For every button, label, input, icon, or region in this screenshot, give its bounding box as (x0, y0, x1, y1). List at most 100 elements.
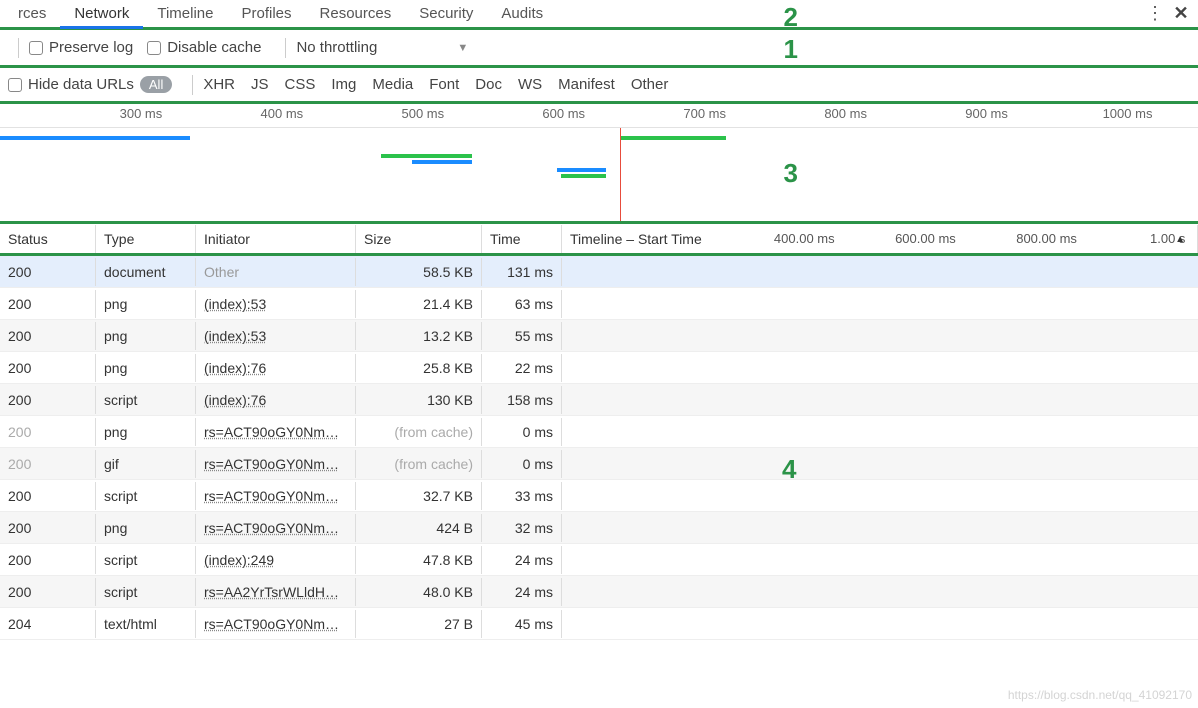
table-header: Status Type Initiator Size Time Timeline… (0, 224, 1198, 256)
col-type[interactable]: Type (96, 225, 196, 253)
cell-status: 200 (0, 578, 96, 606)
request-row[interactable]: 200gifrs=ACT90oGY0Nm…(from cache)0 ms (0, 448, 1198, 480)
cell-type: script (96, 546, 196, 574)
initiator-link[interactable]: (index):76 (204, 392, 266, 408)
close-icon[interactable]: ✕ (1168, 3, 1194, 24)
filter-js[interactable]: JS (251, 76, 269, 93)
more-menu-icon[interactable]: ⋮ (1142, 3, 1168, 24)
initiator-link[interactable]: rs=ACT90oGY0Nm… (204, 456, 339, 472)
devtools-tabs: rcesNetworkTimelineProfilesResourcesSecu… (0, 0, 1198, 30)
cell-initiator: Other (196, 258, 356, 286)
hide-data-urls-checkbox[interactable]: Hide data URLs (8, 76, 134, 93)
col-status[interactable]: Status (0, 225, 96, 253)
overview-tick: 500 ms (401, 106, 444, 121)
request-row[interactable]: 200png(index):5321.4 KB63 ms (0, 288, 1198, 320)
request-row[interactable]: 200scriptrs=ACT90oGY0Nm…32.7 KB33 ms (0, 480, 1198, 512)
preserve-log-checkbox[interactable]: Preserve log (29, 39, 133, 56)
separator (192, 75, 193, 95)
preserve-log-label: Preserve log (49, 39, 133, 56)
checkbox-icon (29, 41, 43, 55)
cell-initiator: rs=ACT90oGY0Nm… (196, 450, 356, 478)
tab-audits[interactable]: Audits (487, 1, 557, 26)
cell-size: (from cache) (356, 418, 482, 446)
initiator-link[interactable]: (index):76 (204, 360, 266, 376)
timeline-tick: 400.00 ms (774, 231, 835, 246)
request-row[interactable]: 200pngrs=ACT90oGY0Nm…424 B32 ms (0, 512, 1198, 544)
filter-manifest[interactable]: Manifest (558, 76, 615, 93)
cell-status: 200 (0, 290, 96, 318)
filter-doc[interactable]: Doc (475, 76, 502, 93)
initiator-link[interactable]: rs=ACT90oGY0Nm… (204, 424, 339, 440)
cell-status: 200 (0, 546, 96, 574)
cell-status: 200 (0, 418, 96, 446)
separator (285, 38, 286, 58)
initiator-link[interactable]: (index):53 (204, 296, 266, 312)
separator (18, 38, 19, 58)
cell-type: document (96, 258, 196, 286)
cell-status: 204 (0, 610, 96, 638)
request-row[interactable]: 204text/htmlrs=ACT90oGY0Nm…27 B45 ms (0, 608, 1198, 640)
filter-other[interactable]: Other (631, 76, 669, 93)
cell-type: gif (96, 450, 196, 478)
tab-security[interactable]: Security (405, 1, 487, 26)
cell-status: 200 (0, 482, 96, 510)
request-row[interactable]: 200script(index):24947.8 KB24 ms (0, 544, 1198, 576)
cell-time: 45 ms (482, 610, 562, 638)
annotation-2: 2 (784, 2, 798, 33)
cell-initiator: rs=ACT90oGY0Nm… (196, 514, 356, 542)
request-row[interactable]: 200scriptrs=AA2YrTsrWLldH…48.0 KB24 ms (0, 576, 1198, 608)
cell-time: 0 ms (482, 450, 562, 478)
overview-tick: 400 ms (261, 106, 304, 121)
initiator-link[interactable]: rs=ACT90oGY0Nm… (204, 520, 339, 536)
overview-ruler: 300 ms400 ms500 ms600 ms700 ms800 ms900 … (0, 104, 1198, 128)
cell-initiator: rs=ACT90oGY0Nm… (196, 610, 356, 638)
checkbox-icon (8, 78, 22, 92)
tab-rces[interactable]: rces (4, 1, 60, 26)
cell-initiator: rs=AA2YrTsrWLldH… (196, 578, 356, 606)
col-timeline[interactable]: Timeline – Start Time 400.00 ms600.00 ms… (562, 225, 1198, 253)
cell-initiator: (index):76 (196, 354, 356, 382)
filter-ws[interactable]: WS (518, 76, 542, 93)
filter-xhr[interactable]: XHR (203, 76, 235, 93)
tab-resources[interactable]: Resources (306, 1, 406, 26)
annotation-3: 3 (784, 158, 798, 189)
request-row[interactable]: 200documentOther58.5 KB131 ms (0, 256, 1198, 288)
throttling-select[interactable]: No throttling ▼ (296, 39, 468, 56)
initiator-link[interactable]: (index):249 (204, 552, 274, 568)
overview-tick: 600 ms (542, 106, 585, 121)
filter-css[interactable]: CSS (285, 76, 316, 93)
cell-initiator: (index):53 (196, 322, 356, 350)
cell-type: png (96, 290, 196, 318)
tab-profiles[interactable]: Profiles (228, 1, 306, 26)
request-row[interactable]: 200script(index):76130 KB158 ms (0, 384, 1198, 416)
disable-cache-checkbox[interactable]: Disable cache (147, 39, 261, 56)
overview-pane[interactable]: 300 ms400 ms500 ms600 ms700 ms800 ms900 … (0, 104, 1198, 224)
cell-status: 200 (0, 386, 96, 414)
filter-img[interactable]: Img (331, 76, 356, 93)
tab-timeline[interactable]: Timeline (143, 1, 227, 26)
cell-type: png (96, 354, 196, 382)
filter-all-pill[interactable]: All (140, 76, 172, 93)
initiator-link[interactable]: rs=ACT90oGY0Nm… (204, 616, 339, 632)
initiator-link[interactable]: rs=AA2YrTsrWLldH… (204, 584, 339, 600)
cell-time: 22 ms (482, 354, 562, 382)
tab-network[interactable]: Network (60, 1, 143, 29)
col-size[interactable]: Size (356, 225, 482, 253)
initiator-link[interactable]: rs=ACT90oGY0Nm… (204, 488, 339, 504)
cell-type: script (96, 578, 196, 606)
overview-body (0, 128, 1198, 221)
request-row[interactable]: 200pngrs=ACT90oGY0Nm…(from cache)0 ms (0, 416, 1198, 448)
filter-media[interactable]: Media (372, 76, 413, 93)
cell-time: 131 ms (482, 258, 562, 286)
request-row[interactable]: 200png(index):7625.8 KB22 ms (0, 352, 1198, 384)
initiator-link[interactable]: (index):53 (204, 328, 266, 344)
overview-tick: 300 ms (120, 106, 163, 121)
cell-initiator: (index):53 (196, 290, 356, 318)
col-time[interactable]: Time (482, 225, 562, 253)
annotation-4: 4 (782, 454, 796, 485)
request-row[interactable]: 200png(index):5313.2 KB55 ms (0, 320, 1198, 352)
cell-time: 24 ms (482, 578, 562, 606)
annotation-1: 1 (784, 34, 798, 65)
col-initiator[interactable]: Initiator (196, 225, 356, 253)
filter-font[interactable]: Font (429, 76, 459, 93)
